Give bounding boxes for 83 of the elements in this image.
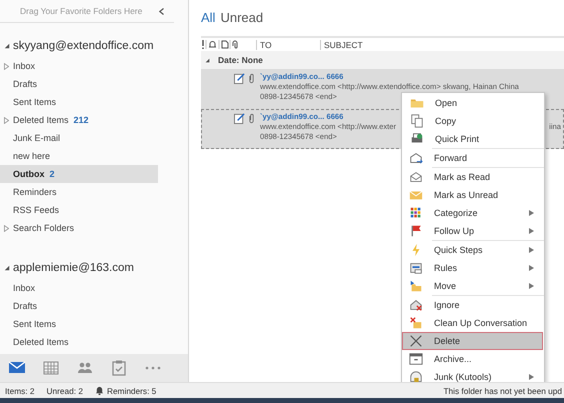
folder-item[interactable]: Sent Items bbox=[0, 93, 158, 111]
column-header[interactable]: TO bbox=[256, 40, 320, 50]
menu-item[interactable]: Follow Up bbox=[402, 222, 543, 240]
folder-item[interactable]: Junk E-mail bbox=[0, 129, 158, 147]
menu-item[interactable]: Forward bbox=[402, 149, 543, 167]
folder-label: Deleted Items bbox=[13, 115, 69, 125]
menu-item[interactable]: Delete bbox=[402, 332, 543, 350]
ignore-icon bbox=[409, 298, 423, 312]
folder-label: Drafts bbox=[13, 79, 38, 89]
menu-item[interactable]: Move bbox=[402, 277, 543, 295]
folder-label: Outbox bbox=[13, 169, 44, 179]
folder-label: new here bbox=[13, 151, 50, 161]
folder-item[interactable]: Deleted Items bbox=[0, 333, 158, 351]
folder-label: Inbox bbox=[13, 61, 36, 71]
folder-label: Sent Items bbox=[13, 97, 56, 107]
menu-item[interactable]: Mark as Read bbox=[402, 168, 543, 186]
collapsed-triangle-icon[interactable] bbox=[4, 62, 9, 70]
attachment-icon bbox=[249, 113, 254, 124]
favorites-hint: Drag Your Favorite Folders Here bbox=[20, 6, 142, 16]
folder-label: Reminders bbox=[13, 187, 57, 197]
flag-icon bbox=[409, 224, 423, 238]
bell-icon bbox=[94, 386, 104, 396]
collapse-chevron-icon[interactable] bbox=[159, 8, 165, 14]
group-header: Date: None bbox=[218, 55, 263, 65]
folder-item[interactable]: Inbox bbox=[0, 57, 158, 75]
draft-edit-icon bbox=[234, 73, 245, 84]
draft-edit-icon bbox=[234, 113, 245, 124]
unread-count: 212 bbox=[74, 115, 89, 125]
attachment-icon bbox=[249, 73, 254, 84]
folder-label: Deleted Items bbox=[13, 337, 69, 347]
forward-icon bbox=[409, 151, 423, 165]
folder-item[interactable]: RSS Feeds bbox=[0, 201, 158, 219]
menu-item[interactable]: Mark as Unread bbox=[402, 186, 543, 204]
menu-item[interactable]: Copy bbox=[403, 112, 543, 130]
folder-item[interactable]: Drafts bbox=[0, 75, 158, 93]
column-header[interactable]: SUBJECT bbox=[320, 40, 363, 50]
folder-item[interactable]: Drafts bbox=[0, 297, 158, 315]
menu-item[interactable]: Quick Print bbox=[403, 130, 543, 148]
delete-icon bbox=[409, 334, 423, 348]
menu-item[interactable]: Rules bbox=[402, 259, 543, 277]
menu-item[interactable]: Categorize bbox=[402, 204, 543, 222]
folder-label: Search Folders bbox=[13, 223, 74, 233]
category-grid-icon bbox=[409, 206, 423, 220]
status-text: Reminders: 5 bbox=[106, 386, 156, 396]
rules-icon bbox=[409, 261, 423, 275]
menu-item[interactable]: Quick Steps bbox=[402, 241, 543, 259]
folder-item[interactable]: Outbox 2 bbox=[0, 165, 158, 183]
copy-icon bbox=[410, 114, 424, 128]
menu-item[interactable]: Archive... bbox=[402, 350, 543, 368]
folder-item[interactable]: Search Folders bbox=[0, 219, 158, 237]
collapsed-triangle-icon[interactable] bbox=[4, 224, 9, 232]
menu-item[interactable]: Junk (Kutools) bbox=[402, 368, 543, 382]
calendar-icon[interactable] bbox=[42, 359, 60, 378]
account-header[interactable]: skyyang@extendoffice.com bbox=[0, 35, 188, 57]
status-message: This folder has not yet been upd bbox=[443, 386, 562, 396]
unread-count: 2 bbox=[50, 169, 55, 179]
move-folder-icon bbox=[409, 279, 423, 293]
expanded-triangle-icon[interactable] bbox=[205, 58, 210, 62]
folder-label: Sent Items bbox=[13, 319, 56, 329]
folder-item[interactable]: Reminders bbox=[0, 183, 158, 201]
filter-tab[interactable]: Unread bbox=[220, 10, 264, 26]
archive-icon bbox=[409, 352, 423, 366]
menu-item[interactable]: Clean Up Conversation bbox=[402, 314, 543, 332]
status-text: Unread: 2 bbox=[46, 386, 83, 396]
folder-item[interactable]: Sent Items bbox=[0, 315, 158, 333]
folder-item[interactable]: new here bbox=[0, 147, 158, 165]
folder-item[interactable]: Inbox bbox=[0, 279, 158, 297]
filter-tab[interactable]: All bbox=[201, 10, 216, 26]
tasks-icon[interactable] bbox=[110, 359, 128, 378]
expanded-triangle-icon[interactable] bbox=[4, 265, 10, 271]
folder-label: Drafts bbox=[13, 301, 38, 311]
folder-label: Junk E-mail bbox=[13, 133, 60, 143]
folder-item[interactable]: Deleted Items 212 bbox=[0, 111, 158, 129]
menu-item[interactable]: Open bbox=[403, 94, 543, 112]
status-text: Items: 2 bbox=[5, 386, 35, 396]
open-envelope-icon bbox=[409, 170, 423, 184]
folder-label: Inbox bbox=[13, 283, 36, 293]
expanded-triangle-icon[interactable] bbox=[4, 43, 10, 49]
menu-item[interactable]: Ignore bbox=[402, 296, 543, 314]
collapsed-triangle-icon[interactable] bbox=[4, 116, 9, 124]
cleanup-icon bbox=[409, 316, 423, 330]
account-header[interactable]: applemiemie@163.com bbox=[0, 257, 188, 279]
folder-label: RSS Feeds bbox=[13, 205, 60, 215]
